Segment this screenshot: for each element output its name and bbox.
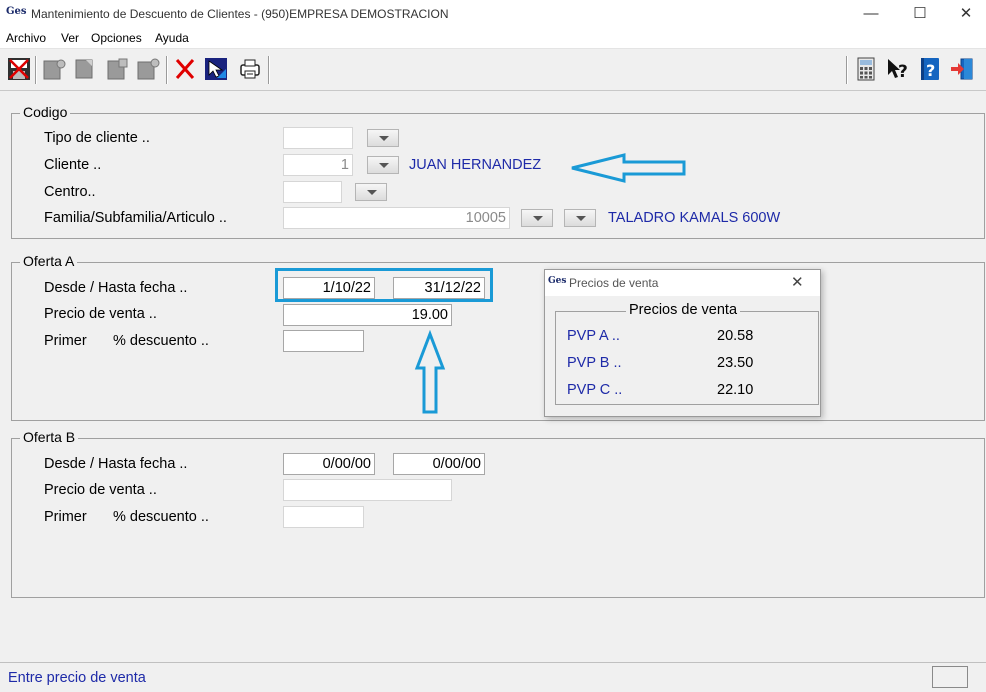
pvp-c-value: 22.10 — [717, 382, 754, 398]
close-button[interactable]: ✕ — [943, 0, 986, 28]
pvp-b-label: PVP B .. — [567, 355, 622, 371]
app-logo: Ges — [6, 6, 27, 17]
popup-group-legend: Precios de venta — [626, 302, 741, 318]
help-book-icon[interactable]: ? — [917, 56, 943, 82]
centro-field[interactable] — [283, 181, 342, 203]
toolbar-separator — [268, 56, 270, 84]
toolbar-separator — [846, 56, 848, 84]
popup-logo: Ges — [548, 276, 567, 286]
oferta-b-descuento-label: % descuento .. — [113, 509, 209, 525]
tipo-cliente-dropdown-button[interactable] — [367, 129, 399, 147]
menu-ver[interactable]: Ver — [61, 31, 79, 45]
pvp-c-label: PVP C .. — [567, 382, 623, 398]
print-icon[interactable] — [237, 56, 263, 82]
oferta-b-hasta-field[interactable]: 0/00/00 — [393, 453, 485, 475]
oferta-b-precio-label: Precio de venta .. — [44, 482, 157, 498]
menu-bar: Archivo Ver Opciones Ayuda — [0, 28, 986, 49]
highlight-box — [275, 268, 493, 302]
oferta-a-legend: Oferta A — [20, 253, 78, 269]
popup-title-bar: Ges Precios de venta ✕ — [545, 270, 820, 296]
delete-icon[interactable] — [172, 56, 198, 82]
menu-archivo[interactable]: Archivo — [6, 31, 46, 45]
calculator-icon[interactable] — [853, 56, 879, 82]
oferta-a-fecha-label: Desde / Hasta fecha .. — [44, 280, 188, 296]
doc-icon[interactable] — [72, 56, 98, 82]
annotation-arrow-up — [414, 329, 446, 414]
oferta-a-descuento-field[interactable] — [283, 330, 364, 352]
toolbar-separator — [166, 56, 168, 84]
doc-icon[interactable] — [41, 56, 67, 82]
oferta-b-precio-field[interactable] — [283, 479, 452, 501]
title-bar: Ges Mantenimiento de Descuento de Client… — [0, 0, 986, 28]
help-pointer-icon[interactable]: ? — [885, 56, 911, 82]
popup-close-button[interactable]: ✕ — [791, 273, 804, 291]
window-title: Mantenimiento de Descuento de Clientes -… — [31, 7, 449, 21]
familia-dropdown-button[interactable] — [521, 209, 553, 227]
toolbar: ? ? — [0, 50, 986, 91]
svg-text:?: ? — [898, 62, 908, 82]
minimize-button[interactable]: — — [848, 0, 894, 28]
oferta-b-primer-label: Primer — [44, 509, 87, 525]
oferta-a-precio-field[interactable]: 19.00 — [283, 304, 452, 326]
menu-opciones[interactable]: Opciones — [91, 31, 142, 45]
cliente-field[interactable]: 1 — [283, 154, 353, 176]
oferta-b-legend: Oferta B — [20, 429, 79, 445]
tipo-cliente-label: Tipo de cliente .. — [44, 130, 150, 146]
articulo-name: TALADRO KAMALS 600W — [608, 210, 781, 226]
oferta-b-desde-field[interactable]: 0/00/00 — [283, 453, 375, 475]
doc-icon[interactable] — [135, 56, 161, 82]
popup-title: Precios de venta — [569, 276, 659, 290]
pvp-a-value: 20.58 — [717, 328, 754, 344]
status-bar: Entre precio de venta — [0, 662, 986, 692]
pvp-b-value: 23.50 — [717, 355, 754, 371]
doc-icon[interactable] — [104, 56, 130, 82]
menu-ayuda[interactable]: Ayuda — [155, 31, 189, 45]
tipo-cliente-field[interactable] — [283, 127, 353, 149]
cliente-label: Cliente .. — [44, 157, 102, 173]
oferta-a-descuento-label: % descuento .. — [113, 333, 209, 349]
toolbar-separator — [35, 56, 37, 84]
pvp-a-label: PVP A .. — [567, 328, 620, 344]
articulo-dropdown-button[interactable] — [564, 209, 596, 227]
cliente-name: JUAN HERNANDEZ — [409, 157, 542, 173]
oferta-b-descuento-field[interactable] — [283, 506, 364, 528]
status-panel — [932, 666, 968, 688]
oferta-a-precio-label: Precio de venta .. — [44, 306, 157, 322]
oferta-a-primer-label: Primer — [44, 333, 87, 349]
annotation-arrow-left — [571, 153, 686, 183]
codigo-legend: Codigo — [20, 104, 71, 120]
precios-venta-popup: Ges Precios de venta ✕ Precios de venta … — [544, 269, 821, 417]
familia-label: Familia/Subfamilia/Articulo .. — [44, 210, 227, 226]
centro-dropdown-button[interactable] — [355, 183, 387, 201]
exit-door-icon[interactable] — [949, 56, 975, 82]
centro-label: Centro.. — [44, 184, 96, 200]
status-text: Entre precio de venta — [8, 670, 146, 686]
pointer-icon[interactable] — [203, 56, 229, 82]
maximize-button[interactable]: ☐ — [897, 0, 943, 28]
oferta-b-fecha-label: Desde / Hasta fecha .. — [44, 456, 188, 472]
articulo-field[interactable]: 10005 — [283, 207, 510, 229]
svg-text:?: ? — [926, 61, 935, 80]
cliente-dropdown-button[interactable] — [367, 156, 399, 174]
save-exit-icon[interactable] — [6, 56, 32, 82]
